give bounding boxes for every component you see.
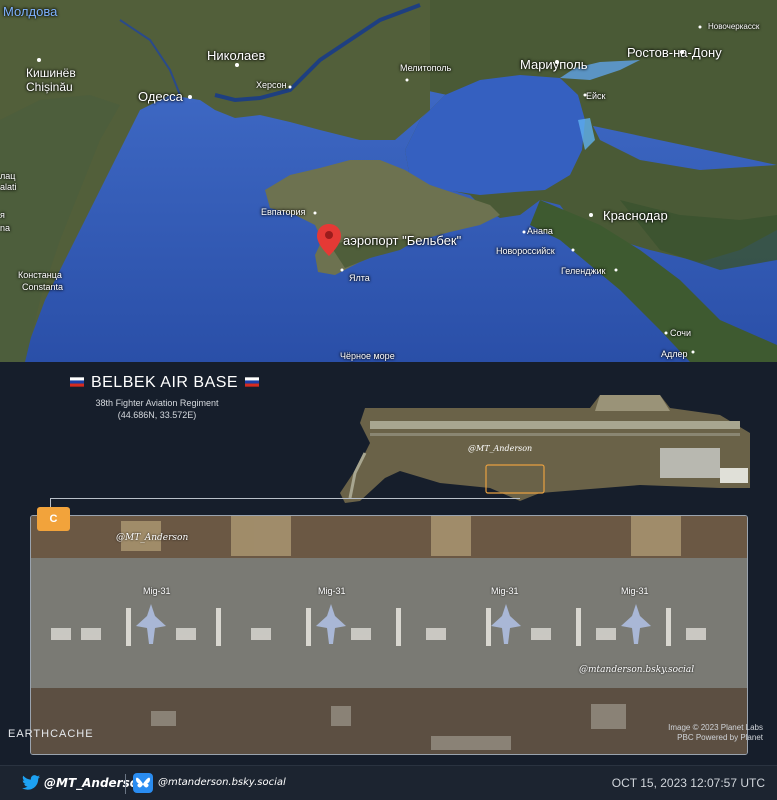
apron-image <box>31 516 747 754</box>
map-label-constanta: Constanta <box>22 282 64 292</box>
thumb-watermark: @MT_Anderson <box>468 444 532 453</box>
aircraft-label: Mig-31 <box>621 586 649 596</box>
map-label-gelendzhik: Геленджик <box>561 266 606 276</box>
airbase-overview-image[interactable]: @MT_Anderson <box>340 393 750 505</box>
map-label-krasnodar: Краснодар <box>603 208 668 223</box>
map-label-left-b: na <box>0 223 11 233</box>
callout-line <box>50 498 520 499</box>
infographic: Молдова Кишинёв Chișinău Одесса Николаев… <box>0 0 777 800</box>
aircraft-label: Mig-31 <box>143 586 171 596</box>
map-label-nikolaev: Николаев <box>207 48 266 63</box>
bluesky-icon[interactable] <box>133 773 153 793</box>
image-datetime: OCT 15, 2023 12:07:57 UTC <box>611 776 765 790</box>
map-label-novocherkassk: Новочеркасск <box>708 22 760 31</box>
russia-flag-icon <box>70 377 84 387</box>
credit-line-1: Image © 2023 Planet Labs <box>668 723 763 732</box>
aircraft-label: Mig-31 <box>491 586 519 596</box>
map-label-galati-ru: лац <box>0 171 16 181</box>
subtitle-coordinates: (44.686N, 33.572E) <box>117 410 197 420</box>
callout-badge: C <box>37 507 70 531</box>
location-pin-icon[interactable] <box>317 224 341 256</box>
map-label-adler: Адлер <box>661 349 688 359</box>
russia-flag-icon <box>245 377 260 387</box>
image-credit: Image © 2023 Planet Labs PBC Powered by … <box>668 723 763 743</box>
zoom-watermark-bluesky: @mtanderson.bsky.social <box>579 665 695 675</box>
title-text: BELBEK AIR BASE <box>90 374 239 391</box>
zoom-watermark-twitter: @MT_Anderson <box>116 533 189 543</box>
map-label-kherson: Херсон <box>256 80 287 90</box>
map-label-mariupol: Мариуполь <box>520 57 588 72</box>
map-label-yalta: Ялта <box>349 273 370 283</box>
credit-line-2: PBC Powered by Planet <box>677 733 763 742</box>
map-label-moldova: Молдова <box>3 4 58 19</box>
earthcache-logo: EARTHCACHE <box>8 728 94 740</box>
map-label-left-a: я <box>0 210 5 220</box>
map-label-constanta-ru: Констанца <box>18 270 62 280</box>
subtitle: 38th Fighter Aviation Regiment (44.686N,… <box>72 397 242 421</box>
map-label-black-sea: Чёрное море <box>340 351 395 361</box>
page-title: BELBEK AIR BASE <box>68 374 261 392</box>
zoom-detail-image[interactable]: @MT_Anderson @mtanderson.bsky.social Mig… <box>30 515 748 755</box>
footer-bar: @MT_Anderson @mtanderson.bsky.social OCT… <box>0 765 777 800</box>
twitter-icon[interactable] <box>22 775 40 790</box>
satellite-map[interactable]: Молдова Кишинёв Chișinău Одесса Николаев… <box>0 0 777 362</box>
twitter-handle[interactable]: @MT_Anderson <box>44 776 147 790</box>
bluesky-handle[interactable]: @mtanderson.bsky.social <box>158 777 286 788</box>
map-label-evpatoria: Евпатория <box>261 207 306 217</box>
map-label-melitopol: Мелитополь <box>400 63 452 73</box>
map-label-sochi: Сочи <box>670 328 692 338</box>
map-label-eysk: Ейск <box>586 91 606 101</box>
map-label-novorossiysk: Новороссийск <box>496 246 555 256</box>
map-label-galati: alati <box>0 182 17 192</box>
map-label-chisinau: Chișinău <box>26 80 73 94</box>
aircraft-label: Mig-31 <box>318 586 346 596</box>
map-label-odessa: Одесса <box>138 89 183 104</box>
footer-divider <box>125 774 126 794</box>
map-label-anapa: Анапа <box>527 226 553 236</box>
map-label-kishinev: Кишинёв <box>26 66 76 80</box>
map-label-rostov: Ростов-на-Дону <box>627 45 722 60</box>
subtitle-regiment: 38th Fighter Aviation Regiment <box>95 398 219 408</box>
map-label-belbek: аэропорт "Бельбек" <box>343 233 462 248</box>
